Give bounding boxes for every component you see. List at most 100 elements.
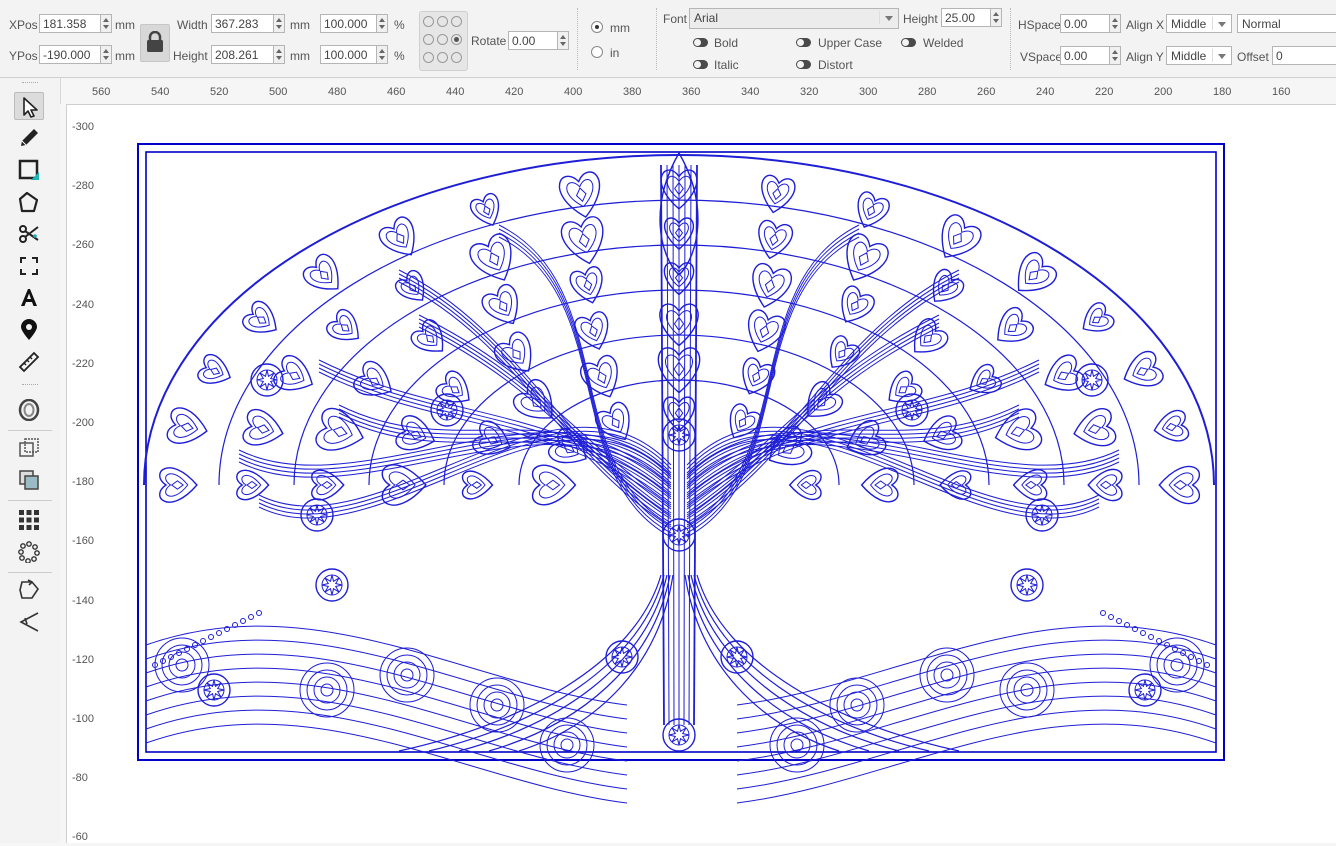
leaf-outline — [579, 354, 618, 398]
bead-dot — [1140, 630, 1146, 636]
width-spinner[interactable] — [274, 14, 285, 33]
height-input[interactable] — [211, 45, 274, 64]
font-height-input[interactable] — [941, 8, 991, 27]
offset-input[interactable] — [1272, 46, 1336, 65]
ruler-x-label: 180 — [1213, 86, 1232, 98]
anchor-middle-right[interactable] — [451, 34, 462, 45]
rectangle-tool[interactable] — [14, 156, 44, 184]
height-spinner[interactable] — [274, 45, 285, 64]
leaf-diamond — [589, 325, 598, 338]
leaf-outline — [761, 174, 796, 214]
rotate-spinner[interactable] — [558, 31, 569, 50]
height-percent-input[interactable] — [320, 45, 377, 64]
hspace-spinner[interactable] — [1110, 14, 1121, 33]
leaf-diamond — [486, 436, 499, 445]
ruler-y-label: -140 — [72, 594, 95, 607]
width-input[interactable] — [211, 14, 274, 33]
select-tool[interactable] — [14, 92, 44, 120]
leaf-outline — [997, 307, 1034, 342]
leaf-diamond — [170, 480, 185, 490]
trim-tool[interactable] — [14, 252, 44, 280]
tab-tool[interactable] — [14, 608, 44, 636]
width-percent-spinner[interactable] — [377, 14, 388, 33]
align-x-select[interactable]: Middle — [1166, 14, 1232, 33]
anchor-top-right[interactable] — [451, 16, 462, 27]
xpos-input[interactable] — [39, 14, 101, 33]
welded-toggle[interactable] — [901, 38, 916, 47]
leaf-diamond — [1099, 480, 1112, 490]
anchor-top-left[interactable] — [423, 16, 434, 27]
vspace-input[interactable] — [1060, 46, 1110, 65]
leaf-diamond — [332, 426, 348, 438]
heart-leaf — [159, 467, 198, 503]
bead-dot — [1116, 618, 1122, 624]
draw-lines-tool[interactable] — [14, 124, 44, 152]
leaf-outline — [1153, 409, 1190, 442]
tabs-icon — [19, 612, 39, 632]
grid-array-tool[interactable] — [14, 506, 44, 534]
workspace-canvas[interactable] — [67, 105, 1336, 843]
text-mode-value: Normal — [1242, 17, 1281, 31]
inch-radio[interactable] — [591, 46, 603, 58]
width-label: Width — [177, 18, 208, 32]
height-percent-spinner[interactable] — [377, 45, 388, 64]
lock-aspect-button[interactable] — [140, 24, 170, 62]
rosette — [197, 673, 231, 707]
leaf-outline — [197, 354, 231, 384]
swirl-circle — [469, 677, 525, 733]
rosette — [1025, 498, 1059, 532]
polygon-tool[interactable] — [14, 188, 44, 216]
leaf-diamond — [769, 233, 779, 246]
mm-radio[interactable] — [591, 21, 603, 33]
ruler-y-label: -60 — [72, 831, 88, 844]
heart-leaf — [378, 216, 415, 256]
edit-nodes-tool[interactable] — [14, 220, 44, 248]
offset-tool[interactable] — [14, 396, 44, 424]
ypos-input[interactable] — [39, 45, 101, 64]
upper-case-toggle[interactable] — [796, 38, 811, 47]
boolean-tool[interactable] — [14, 466, 44, 494]
distort-toggle[interactable] — [796, 60, 811, 69]
hspace-input[interactable] — [1060, 14, 1110, 33]
font-height-spinner[interactable] — [991, 8, 1002, 27]
font-select[interactable]: Arial — [689, 8, 899, 29]
rosette-star — [1134, 679, 1156, 701]
xpos-spinner[interactable] — [101, 14, 112, 33]
tree-of-life-artwork[interactable] — [67, 105, 1336, 843]
ruler-x-label: 220 — [1095, 86, 1114, 98]
rotate-input[interactable] — [508, 31, 558, 50]
leaf-outline — [788, 469, 822, 501]
anchor-middle-left[interactable] — [423, 34, 434, 45]
upper-case-label: Upper Case — [818, 36, 883, 50]
text-mode-select[interactable]: Normal — [1237, 14, 1336, 33]
rosette — [250, 363, 284, 397]
rosette — [605, 640, 639, 674]
italic-toggle[interactable] — [693, 60, 708, 69]
xpos-label: XPos — [9, 18, 38, 32]
position-laser-tool[interactable] — [14, 316, 44, 344]
anchor-bottom-left[interactable] — [423, 52, 434, 63]
vspace-spinner[interactable] — [1110, 46, 1121, 65]
weld-tool[interactable] — [14, 434, 44, 462]
ypos-spinner[interactable] — [101, 45, 112, 64]
leaf-outline — [469, 233, 512, 281]
circular-array-tool[interactable] — [14, 538, 44, 566]
text-tool[interactable] — [14, 284, 44, 312]
leaf-diamond — [545, 479, 561, 491]
heart-leaf — [860, 467, 899, 503]
anchor-top-center[interactable] — [437, 16, 448, 27]
ruler-y-label: -240 — [72, 298, 95, 311]
measure-tool[interactable] — [14, 348, 44, 376]
grid-array-icon — [19, 510, 39, 530]
leaf-outline — [1082, 302, 1115, 332]
bold-toggle[interactable] — [693, 38, 708, 47]
leaf-diamond — [1173, 479, 1188, 491]
align-y-select[interactable]: Middle — [1166, 46, 1232, 65]
anchor-center[interactable] — [437, 34, 448, 45]
path-tool[interactable] — [14, 576, 44, 604]
width-percent-input[interactable] — [320, 14, 377, 33]
font-select-value: Arial — [694, 11, 719, 25]
ground-wave — [145, 681, 1217, 762]
anchor-bottom-center[interactable] — [437, 52, 448, 63]
anchor-bottom-right[interactable] — [451, 52, 462, 63]
